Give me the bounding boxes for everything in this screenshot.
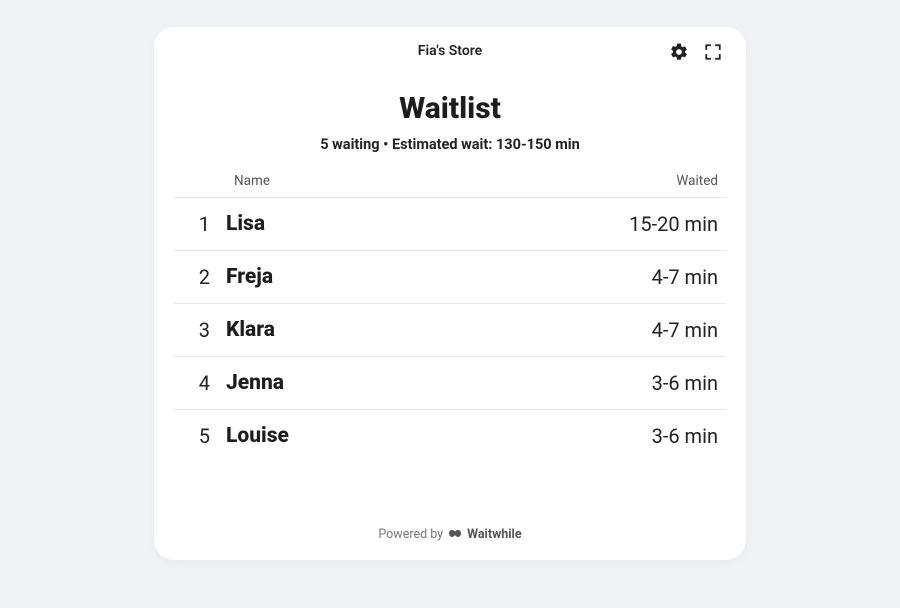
row-name: Louise [226,424,652,448]
list-item: 1 Lisa 15-20 min [174,198,726,251]
col-wait-header: Waited [578,173,718,189]
header: Fia's Store [154,27,746,75]
row-index: 3 [182,318,226,342]
store-name: Fia's Store [418,43,482,59]
butterfly-icon [448,529,462,541]
row-wait: 4-7 min [652,265,718,289]
brand-name: Waitwhile [467,527,522,542]
col-index [182,173,234,189]
row-wait: 3-6 min [652,424,718,448]
row-name: Jenna [226,371,652,395]
row-wait: 4-7 min [652,318,718,342]
header-actions [668,41,724,63]
row-name: Freja [226,265,652,289]
fullscreen-icon [704,43,722,61]
list-item: 2 Freja 4-7 min [174,251,726,304]
column-headers: Name Waited [154,173,746,189]
row-index: 1 [182,212,226,236]
row-index: 5 [182,424,226,448]
list-item: 4 Jenna 3-6 min [174,357,726,410]
list-item: 3 Klara 4-7 min [174,304,726,357]
row-index: 2 [182,265,226,289]
page-title: Waitlist [154,91,746,126]
wait-summary: 5 waiting • Estimated wait: 130-150 min [154,136,746,153]
col-name-header: Name [234,173,578,189]
row-wait: 3-6 min [652,371,718,395]
powered-by-label: Powered by [378,527,443,542]
settings-button[interactable] [668,41,690,63]
waitlist-card: Fia's Store Waitlist 5 waiting • Estimat… [154,27,746,560]
fullscreen-button[interactable] [702,41,724,63]
list-item: 5 Louise 3-6 min [174,410,726,462]
row-name: Klara [226,318,652,342]
row-index: 4 [182,371,226,395]
footer: Powered by Waitwhile [154,513,746,560]
gear-icon [669,42,689,62]
waitlist-rows: 1 Lisa 15-20 min 2 Freja 4-7 min 3 Klara… [154,198,746,462]
row-wait: 15-20 min [629,212,718,236]
row-name: Lisa [226,212,629,236]
